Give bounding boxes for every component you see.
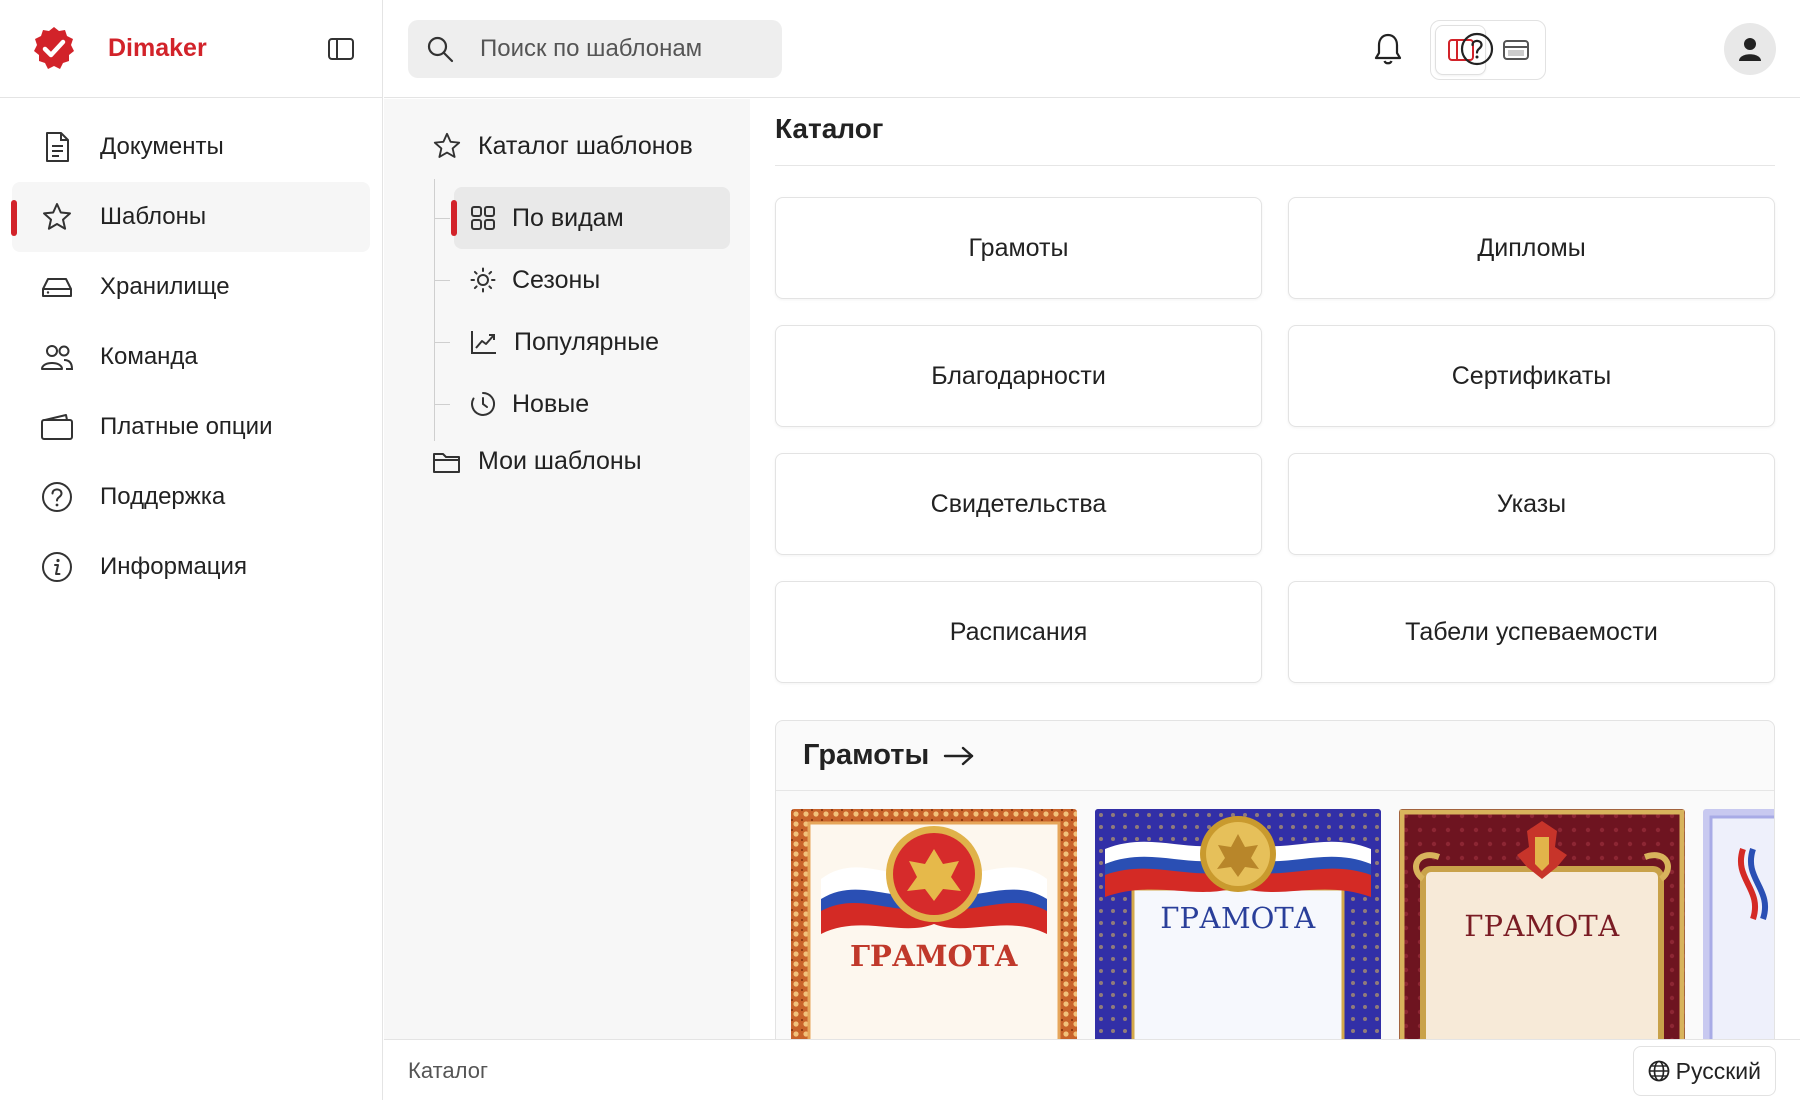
sidebar-item-team[interactable]: Команда bbox=[12, 322, 370, 392]
sidebar-item-paid-options[interactable]: Платные опции bbox=[12, 392, 370, 462]
template-title: ГРАМОТА bbox=[1464, 909, 1620, 943]
sidebar-item-documents[interactable]: Документы bbox=[12, 112, 370, 182]
sidebar-nav: Документы Шаблоны Хранилище Команда Плат… bbox=[0, 98, 382, 602]
category-grid: Грамоты Дипломы Благодарности Сертификат… bbox=[775, 197, 1775, 683]
footer: Каталог Русский bbox=[384, 1039, 1800, 1100]
sidebar: Dimaker Документы Шаблоны Хранилище Кома… bbox=[0, 0, 383, 1100]
tree-item-seasons[interactable]: Сезоны bbox=[434, 249, 730, 311]
tree-item-by-type[interactable]: По видам bbox=[434, 187, 730, 249]
tree-item-label: По видам bbox=[512, 203, 624, 232]
search-icon bbox=[426, 35, 454, 63]
page-title: Каталог bbox=[775, 113, 884, 144]
star-icon bbox=[40, 200, 74, 234]
window-layout-icon bbox=[1502, 38, 1530, 62]
breadcrumb[interactable]: Каталог bbox=[408, 1058, 488, 1084]
category-card-raspisaniya[interactable]: Расписания bbox=[775, 581, 1262, 683]
category-card-sertifikaty[interactable]: Сертификаты bbox=[1288, 325, 1775, 427]
topbar bbox=[384, 0, 1800, 98]
template-thumbnails: ГРАМОТА ГРАМОТА ГРАМОТА bbox=[791, 809, 1774, 1039]
info-icon bbox=[40, 550, 74, 584]
sidebar-item-templates[interactable]: Шаблоны bbox=[11, 182, 370, 252]
sidebar-collapse-button[interactable] bbox=[326, 34, 356, 64]
tree-item-popular[interactable]: Популярные bbox=[434, 311, 730, 373]
help-button[interactable] bbox=[1454, 26, 1500, 72]
search-input[interactable] bbox=[480, 35, 770, 63]
team-icon bbox=[40, 340, 74, 374]
template-thumbnail[interactable] bbox=[1703, 809, 1774, 1039]
wallet-icon bbox=[40, 410, 74, 444]
category-card-tabeli[interactable]: Табели успеваемости bbox=[1288, 581, 1775, 683]
section-title: Грамоты bbox=[803, 739, 930, 771]
template-thumbnail[interactable]: ГРАМОТА bbox=[1095, 809, 1381, 1039]
tree-item-label: Новые bbox=[512, 389, 590, 418]
tree-item-catalog[interactable]: Каталог шаблонов bbox=[432, 131, 693, 161]
sidebar-item-label: Шаблоны bbox=[100, 203, 207, 230]
bell-icon bbox=[1373, 32, 1403, 66]
sidebar-item-label: Документы bbox=[100, 133, 224, 160]
user-avatar-button[interactable] bbox=[1724, 23, 1776, 75]
sidebar-item-label: Информация bbox=[100, 553, 247, 580]
catalog-tree: Каталог шаблонов По видам Сезоны Популяр… bbox=[384, 99, 750, 1039]
clock-icon bbox=[470, 391, 496, 417]
brand-name[interactable]: Dimaker bbox=[108, 34, 207, 63]
tree-item-label: Мои шаблоны bbox=[478, 447, 642, 475]
tree-item-label: Популярные bbox=[514, 327, 660, 356]
grid-icon bbox=[470, 205, 496, 231]
search-box[interactable] bbox=[408, 20, 782, 78]
template-thumbnail[interactable]: ГРАМОТА bbox=[791, 809, 1077, 1039]
user-icon bbox=[1736, 35, 1764, 63]
category-card-svidetelstva[interactable]: Свидетельства bbox=[775, 453, 1262, 555]
sidebar-item-storage[interactable]: Хранилище bbox=[12, 252, 370, 322]
category-card-blagodarnosti[interactable]: Благодарности bbox=[775, 325, 1262, 427]
notifications-button[interactable] bbox=[1365, 26, 1411, 72]
tree-item-label: Каталог шаблонов bbox=[478, 131, 693, 160]
document-icon bbox=[40, 130, 74, 164]
sidebar-item-label: Команда bbox=[100, 343, 198, 370]
globe-icon bbox=[1648, 1060, 1670, 1082]
sidebar-item-support[interactable]: Поддержка bbox=[12, 462, 370, 532]
sidebar-item-info[interactable]: Информация bbox=[12, 532, 370, 602]
logo-icon[interactable] bbox=[30, 25, 78, 73]
folder-icon bbox=[432, 449, 462, 475]
arrow-right-icon bbox=[943, 745, 975, 767]
brand: Dimaker bbox=[0, 0, 382, 98]
gramoty-section: Грамоты ГРАМОТА ГРАМОТА ГРАМОТА bbox=[775, 720, 1775, 1039]
template-thumbnail[interactable]: ГРАМОТА bbox=[1399, 809, 1685, 1039]
section-header-link[interactable]: Грамоты bbox=[776, 721, 1774, 791]
help-icon bbox=[1460, 32, 1494, 66]
language-label: Русский bbox=[1675, 1057, 1761, 1084]
main-content: Каталог Грамоты Дипломы Благодарности Се… bbox=[750, 99, 1800, 1039]
tree-item-label: Сезоны bbox=[512, 265, 601, 294]
category-card-diplomy[interactable]: Дипломы bbox=[1288, 197, 1775, 299]
star-icon bbox=[432, 131, 462, 161]
template-title: ГРАМОТА bbox=[1160, 901, 1316, 935]
sidebar-item-label: Хранилище bbox=[100, 273, 230, 300]
tree-item-my-templates[interactable]: Мои шаблоны bbox=[432, 447, 642, 476]
category-card-gramoty[interactable]: Грамоты bbox=[775, 197, 1262, 299]
tree-item-new[interactable]: Новые bbox=[434, 373, 730, 435]
divider bbox=[775, 165, 1775, 166]
sidebar-item-label: Платные опции bbox=[100, 413, 273, 440]
storage-icon bbox=[40, 270, 74, 304]
trending-icon bbox=[470, 329, 498, 355]
category-card-ukazy[interactable]: Указы bbox=[1288, 453, 1775, 555]
help-circle-icon bbox=[40, 480, 74, 514]
sun-icon bbox=[470, 267, 496, 293]
language-selector[interactable]: Русский bbox=[1632, 1046, 1776, 1096]
template-title: ГРАМОТА bbox=[849, 939, 1018, 973]
sidebar-item-label: Поддержка bbox=[100, 483, 226, 510]
